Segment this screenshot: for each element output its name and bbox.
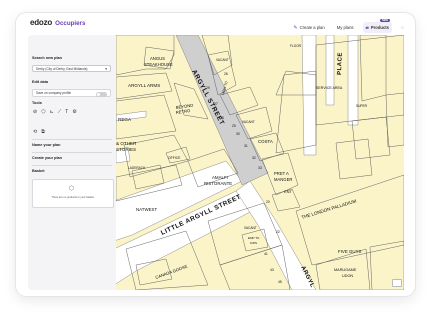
chevron-down-icon: ▾ (105, 67, 107, 71)
search-section-title: Search new plan (32, 56, 62, 60)
svg-text:43: 43 (270, 268, 274, 272)
label-super: SUPER (356, 104, 368, 108)
svg-text:20: 20 (266, 200, 270, 204)
svg-text:29: 29 (206, 86, 210, 90)
sidebar: Search new plan Derby (City of Derby, Ea… (28, 35, 116, 290)
tools-row: ⊘ ⬠ ⊾ ⟋ T ⚙ (33, 109, 77, 115)
map-view[interactable]: ARGYLL STREET LITTLE ARGYLL STREET ARGYL… (116, 35, 404, 290)
divider (32, 152, 112, 153)
basket-empty-text: There are no products in your basket. (51, 196, 95, 199)
label-ristorante: RISTORANTE (204, 181, 232, 186)
map-zoom-control[interactable] (392, 279, 402, 287)
label-steakhouse: STEAKHOUSE (144, 62, 173, 67)
svg-text:41: 41 (264, 252, 268, 256)
rotate-icon[interactable]: ⟲ (33, 129, 37, 135)
save-profile-row: Save on company profile (32, 89, 111, 97)
cube-icon: ⬡ (69, 186, 75, 192)
svg-text:31: 31 (244, 144, 248, 148)
label-pret: PRET A (274, 171, 289, 176)
svg-text:45: 45 (278, 280, 282, 284)
location-value: Derby (City of Derby, East Midlands) (36, 66, 88, 71)
place-label: PLACE (337, 52, 344, 75)
tools-row-2: ⟲ ⧉ (33, 129, 45, 135)
label-ent: ENT (284, 189, 293, 194)
line-icon[interactable]: ⟋ (58, 109, 62, 115)
create-plan-label: Create a plan (299, 25, 325, 30)
create-plan-button[interactable]: ✎ Create a plan (290, 22, 327, 33)
label-amalfi: AMALFI (212, 175, 228, 180)
divider (32, 139, 112, 140)
pencil-icon: ✎ (293, 24, 298, 31)
brand-product: Occupiers (55, 20, 86, 27)
label-office: OFFICE (168, 156, 181, 160)
svg-text:28: 28 (220, 116, 224, 120)
svg-text:30: 30 (236, 132, 240, 136)
svg-text:22: 22 (276, 230, 280, 234)
divider (32, 165, 112, 166)
polygon-icon[interactable]: ⬠ (41, 109, 45, 115)
user-menu-button[interactable]: ◌ (398, 22, 407, 33)
create-plan-title[interactable]: Create your plan (32, 156, 62, 160)
label-service-area: SERVICE AREA (316, 86, 343, 90)
save-profile-toggle[interactable] (96, 91, 107, 97)
label-natwest: NATWEST (136, 207, 157, 212)
label-floor: FLOOR (290, 44, 302, 48)
products-label: Products (370, 25, 390, 30)
products-icon: ⇄ (365, 25, 369, 30)
basket-title: Basket (32, 169, 45, 173)
label-other-stories: & OTHER (116, 141, 137, 146)
user-circle-icon: ◌ (401, 24, 404, 31)
tools-section-title: Tools (32, 101, 42, 105)
svg-text:26: 26 (224, 72, 228, 76)
svg-text:MANGER: MANGER (274, 177, 292, 182)
label-angus: ANGUS (150, 56, 165, 61)
label-laderach: LADERACH (128, 166, 146, 170)
edit-section-title: Edit data (32, 80, 49, 84)
app-window: edozo Occupiers ✎ Create a plan My plans… (16, 13, 415, 296)
top-bar: edozo Occupiers ✎ Create a plan My plans… (16, 13, 415, 34)
text-icon[interactable]: T (65, 109, 68, 115)
svg-text:25: 25 (232, 124, 236, 128)
my-plans-button[interactable]: My plans (334, 22, 357, 33)
toggle-knob (97, 92, 100, 96)
svg-text:KIDS: KIDS (250, 241, 257, 245)
label-vacant-2: VACANT (242, 120, 255, 124)
measure-icon[interactable]: ⊾ (50, 109, 54, 115)
brand-name: edozo (30, 18, 53, 27)
label-costa: COSTA (258, 139, 273, 144)
settings-icon[interactable]: ⚙ (72, 109, 76, 115)
svg-text:UDON: UDON (342, 274, 353, 278)
label-marugame: MARUGAME (334, 268, 357, 272)
svg-text:33: 33 (258, 166, 262, 170)
map-canvas: ARGYLL STREET LITTLE ARGYLL STREET ARGYL… (116, 35, 404, 290)
label-five-guys: FIVE GUYS (338, 249, 361, 254)
svg-text:27: 27 (214, 102, 218, 106)
svg-text:STORIES: STORIES (116, 147, 136, 152)
brand-logo[interactable]: edozo Occupiers (30, 18, 85, 27)
new-badge: NEW (379, 19, 391, 22)
label-argyll-arms: ARGYLL ARMS (128, 83, 160, 88)
basket-panel: ⬡ There are no products in your basket. (32, 179, 114, 208)
location-select[interactable]: Derby (City of Derby, East Midlands) ▾ (32, 65, 111, 72)
label-emp-kids: EMP TO (248, 236, 260, 240)
products-button[interactable]: ⇄ Products NEW (362, 19, 393, 33)
my-plans-label: My plans (336, 25, 354, 30)
no-entry-icon[interactable]: ⊘ (33, 109, 37, 115)
layers-icon[interactable]: ⧉ (41, 129, 45, 135)
svg-text:32: 32 (252, 156, 256, 160)
top-bar-actions: ✎ Create a plan My plans ⇄ Products NEW … (290, 19, 407, 35)
name-plan-title[interactable]: Name your plan (32, 143, 60, 147)
label-vacant-1: VACANT (244, 226, 257, 230)
save-profile-label: Save on company profile (36, 91, 72, 95)
label-rega: REGA (118, 117, 132, 122)
label-vacant-3: VACANT (216, 58, 229, 62)
